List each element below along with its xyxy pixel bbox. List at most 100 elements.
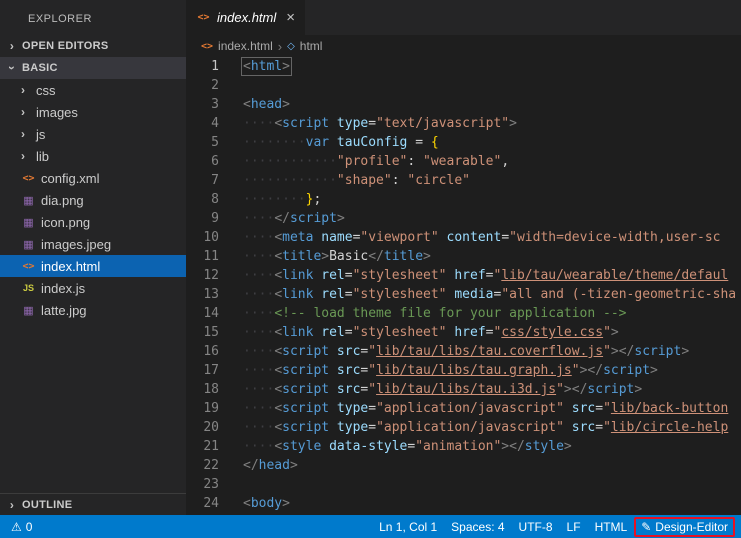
code-line-15[interactable]: 15····<link rel="stylesheet" href="css/s… — [186, 323, 741, 342]
code-token: meta — [282, 230, 313, 245]
code-token: title — [384, 249, 423, 264]
code-line-4[interactable]: 4····<script type="text/javascript"> — [186, 114, 741, 133]
code-token: script — [282, 344, 329, 359]
file-item-index.html[interactable]: <>index.html — [0, 255, 186, 277]
close-icon[interactable]: × — [286, 9, 295, 26]
code-line-13[interactable]: 13····<link rel="stylesheet" media="all … — [186, 285, 741, 304]
line-number: 9 — [186, 209, 219, 228]
breadcrumb-symbol[interactable]: html — [300, 39, 323, 53]
code-line-2[interactable]: 2 — [186, 76, 741, 95]
code-token: = — [368, 116, 376, 131]
code-line-21[interactable]: 21····<style data-style="animation"></st… — [186, 437, 741, 456]
code-line-9[interactable]: 9····</script> — [186, 209, 741, 228]
code-token: < — [243, 496, 251, 511]
pencil-icon: ✎ — [641, 520, 651, 534]
code-line-24[interactable]: 24<body> — [186, 494, 741, 513]
line-content: ····<script type="text/javascript"> — [219, 114, 741, 133]
code-token: < — [274, 401, 282, 416]
code-editor[interactable]: 1<html>23<head>4····<script type="text/j… — [186, 57, 741, 515]
code-token: name — [313, 230, 352, 245]
file-item-lib[interactable]: ›lib — [0, 145, 186, 167]
code-line-12[interactable]: 12····<link rel="stylesheet" href="lib/t… — [186, 266, 741, 285]
section-basic[interactable]: › BASIC — [0, 57, 186, 79]
file-item-js[interactable]: ›js — [0, 123, 186, 145]
code-line-18[interactable]: 18····<script src="lib/tau/libs/tau.i3d.… — [186, 380, 741, 399]
code-line-20[interactable]: 20····<script type="application/javascri… — [186, 418, 741, 437]
eol-setting[interactable]: LF — [560, 515, 588, 538]
code-token: link — [282, 325, 313, 340]
indentation-setting[interactable]: Spaces: 4 — [444, 515, 511, 538]
code-token: </ — [587, 363, 603, 378]
line-number: 6 — [186, 152, 219, 171]
code-token: "profile" — [337, 154, 407, 169]
file-item-config.xml[interactable]: <>config.xml — [0, 167, 186, 189]
line-content: ····<script src="lib/tau/libs/tau.graph.… — [219, 361, 741, 380]
file-item-icon.png[interactable]: ▦icon.png — [0, 211, 186, 233]
section-outline[interactable]: › OUTLINE — [0, 493, 186, 515]
code-token: > — [634, 382, 642, 397]
design-editor-button[interactable]: ✎ Design-Editor — [634, 517, 735, 537]
line-number: 17 — [186, 361, 219, 380]
line-number: 7 — [186, 171, 219, 190]
code-line-5[interactable]: 5········var tauConfig = { — [186, 133, 741, 152]
breadcrumb-file[interactable]: index.html — [218, 39, 273, 53]
code-line-16[interactable]: 16····<script src="lib/tau/libs/tau.cove… — [186, 342, 741, 361]
image-file-icon: ▦ — [21, 216, 36, 229]
code-line-11[interactable]: 11····<title>Basic</title> — [186, 247, 741, 266]
code-token: "animation" — [415, 439, 501, 454]
line-content: ····<link rel="stylesheet" href="lib/tau… — [219, 266, 741, 285]
file-item-latte.jpg[interactable]: ▦latte.jpg — [0, 299, 186, 321]
file-item-dia.png[interactable]: ▦dia.png — [0, 189, 186, 211]
code-token: > — [282, 97, 290, 112]
problems-indicator[interactable]: ⚠ 0 — [4, 515, 39, 538]
code-token: lib/circle-help — [611, 420, 728, 435]
code-line-1[interactable]: 1<html> — [186, 57, 741, 76]
code-line-14[interactable]: 14····<!-- load theme file for your appl… — [186, 304, 741, 323]
line-content: <body> — [219, 494, 741, 513]
html-file-icon: <> — [201, 41, 213, 52]
image-file-icon: ▦ — [21, 194, 36, 207]
code-line-7[interactable]: 7············"shape": "circle" — [186, 171, 741, 190]
code-token: = — [345, 268, 353, 283]
code-token: > — [423, 249, 431, 264]
code-line-19[interactable]: 19····<script type="application/javascri… — [186, 399, 741, 418]
whitespace-dots: ···· — [243, 439, 274, 454]
code-line-10[interactable]: 10····<meta name="viewport" content="wid… — [186, 228, 741, 247]
code-token: = — [368, 420, 376, 435]
encoding-setting[interactable]: UTF-8 — [512, 515, 560, 538]
code-token: < — [274, 344, 282, 359]
code-line-8[interactable]: 8········}; — [186, 190, 741, 209]
code-line-17[interactable]: 17····<script src="lib/tau/libs/tau.grap… — [186, 361, 741, 380]
line-content: ········}; — [219, 190, 741, 209]
code-token: tauConfig — [329, 135, 407, 150]
code-line-6[interactable]: 6············"profile": "wearable", — [186, 152, 741, 171]
code-token: " — [368, 344, 376, 359]
line-content: ····<script src="lib/tau/libs/tau.coverf… — [219, 342, 741, 361]
language-mode[interactable]: HTML — [588, 515, 635, 538]
code-token: : — [392, 173, 408, 188]
file-item-images[interactable]: ›images — [0, 101, 186, 123]
code-token: " — [368, 382, 376, 397]
code-token: script — [282, 116, 329, 131]
code-token: = — [345, 325, 353, 340]
xml-file-icon: <> — [21, 173, 36, 184]
code-token: < — [243, 59, 251, 74]
section-open-editors[interactable]: › OPEN EDITORS — [0, 35, 186, 57]
code-line-22[interactable]: 22</head> — [186, 456, 741, 475]
code-token: " — [603, 420, 611, 435]
code-token: = — [501, 230, 509, 245]
file-item-images.jpeg[interactable]: ▦images.jpeg — [0, 233, 186, 255]
image-file-icon: ▦ — [21, 238, 36, 251]
code-token: > — [501, 439, 509, 454]
code-token: < — [274, 420, 282, 435]
line-number: 5 — [186, 133, 219, 152]
file-item-css[interactable]: ›css — [0, 79, 186, 101]
file-item-index.js[interactable]: JSindex.js — [0, 277, 186, 299]
tab-index-html[interactable]: <> index.html × — [186, 0, 306, 35]
code-line-3[interactable]: 3<head> — [186, 95, 741, 114]
image-file-icon: ▦ — [21, 304, 36, 317]
code-line-23[interactable]: 23 — [186, 475, 741, 494]
cursor-position[interactable]: Ln 1, Col 1 — [372, 515, 444, 538]
code-token: type — [329, 420, 368, 435]
code-token: "wearable" — [423, 154, 501, 169]
